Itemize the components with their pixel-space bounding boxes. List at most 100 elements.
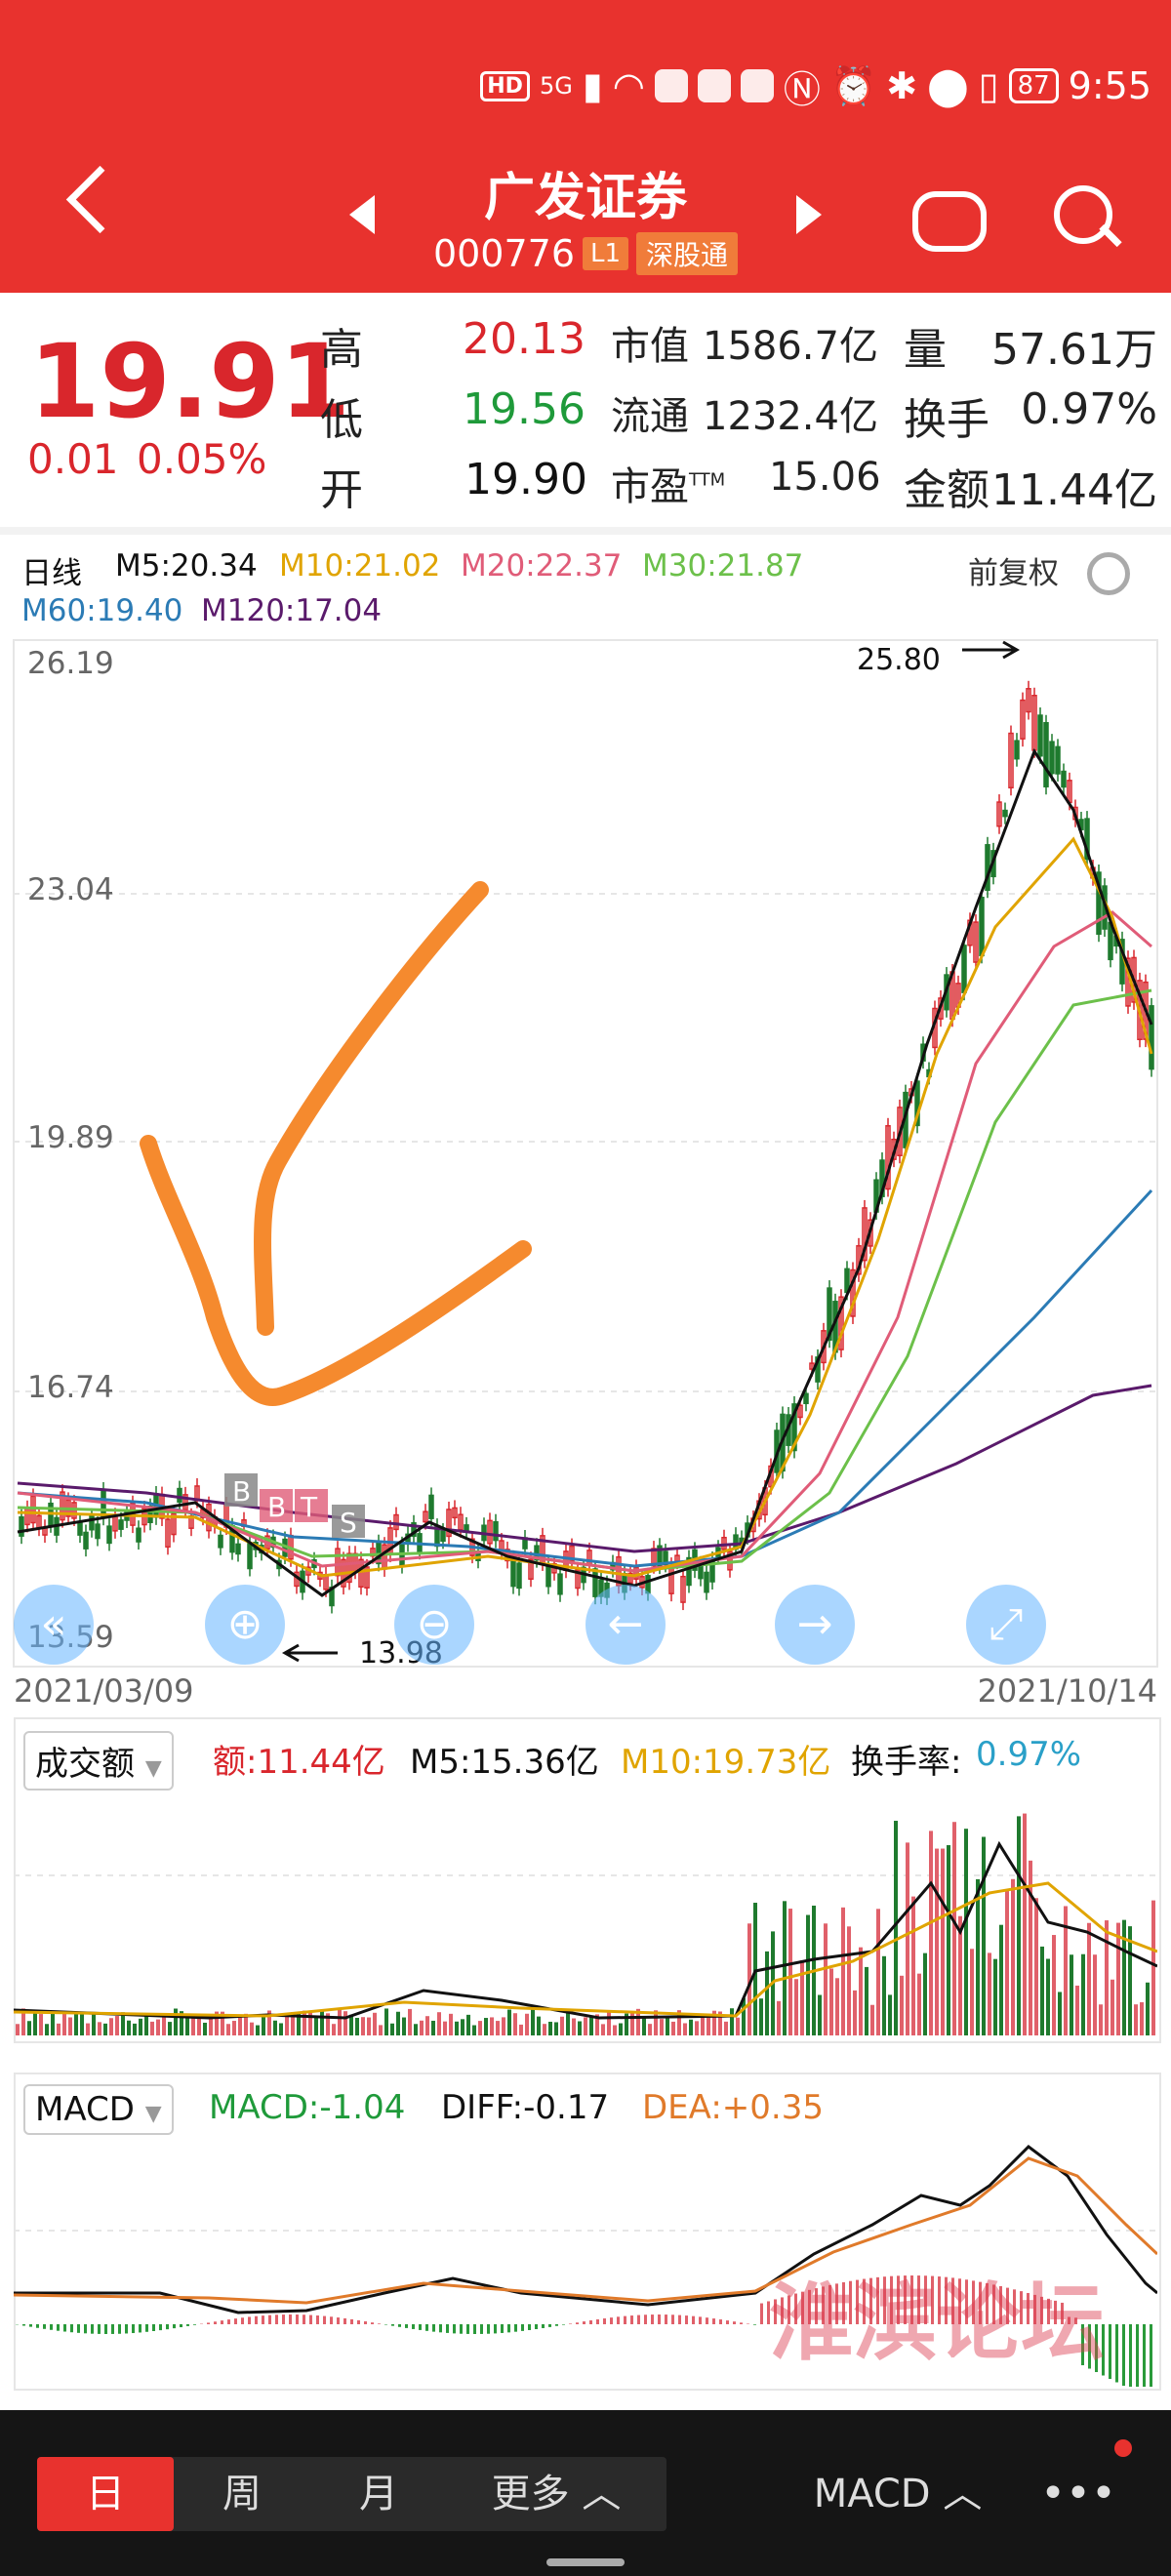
macd-bar — [275, 2314, 278, 2324]
volume-bar — [829, 1968, 833, 2035]
tab-week[interactable]: 周 — [174, 2457, 310, 2531]
candle-body — [440, 1530, 446, 1543]
vibrate-icon: ▯ — [978, 64, 999, 107]
candle-body — [95, 1523, 101, 1540]
open-label: 开 — [320, 465, 363, 515]
market-tag: 深股通 — [636, 232, 739, 275]
volume-bar — [45, 2024, 49, 2035]
period-label[interactable]: 日线 — [21, 548, 82, 592]
zoom-in-icon[interactable]: ⊕ — [205, 1585, 285, 1665]
ma120-line — [17, 1384, 1152, 1553]
previous-stock-icon[interactable] — [349, 195, 375, 234]
macd-indicator-selector[interactable]: MACD ▼ — [23, 2084, 174, 2135]
volume-bar — [824, 1923, 828, 2035]
macd-bar — [29, 2324, 32, 2327]
volume-bar — [1151, 1900, 1155, 2035]
zoom-out-icon[interactable]: ⊖ — [394, 1585, 474, 1665]
volume-bar — [572, 2018, 576, 2035]
volume-bar — [27, 2021, 31, 2035]
volume-bar — [144, 2015, 148, 2035]
volume-indicator-selector[interactable]: 成交额 ▼ — [23, 1731, 174, 1791]
candle-body — [1055, 745, 1061, 775]
tab-month[interactable]: 月 — [310, 2457, 447, 2531]
macd-bar — [343, 2317, 346, 2324]
tab-indicator[interactable]: MACD ︿ — [790, 2457, 1005, 2531]
volume-bar — [33, 2011, 37, 2035]
ma5-line — [17, 747, 1153, 1597]
tab-more[interactable]: 更多 ︿ — [459, 2457, 654, 2531]
volume-bar — [1058, 1992, 1062, 2035]
fullscreen-icon[interactable]: ⤢ — [966, 1585, 1046, 1665]
volume-bar — [384, 2008, 388, 2035]
kline-chart[interactable]: 26.19 23.04 19.89 16.74 13.59 25.80 13.9… — [0, 634, 1171, 1669]
candle-body — [1002, 809, 1008, 818]
macd-bar — [36, 2324, 39, 2328]
macd-bar — [624, 2315, 626, 2324]
volume-bar — [923, 1952, 927, 2035]
macd-bar — [665, 2314, 667, 2324]
macd-bar — [692, 2315, 695, 2324]
macd-bar — [535, 2324, 538, 2330]
assistant-robot-icon[interactable] — [912, 191, 987, 252]
macd-bar — [43, 2324, 46, 2329]
macd-bar — [70, 2324, 73, 2333]
volume-bar — [133, 2023, 137, 2035]
macd-bar — [419, 2324, 422, 2330]
macd-selector-label: MACD — [35, 2090, 135, 2129]
volume-bar — [1105, 1920, 1109, 2035]
volume-bar — [402, 2017, 406, 2035]
macd-bar — [589, 2320, 592, 2324]
signal-icon: ▮ — [582, 64, 603, 107]
macd-bar — [644, 2314, 647, 2324]
volume-bar — [209, 2016, 213, 2035]
macd-bar — [57, 2324, 60, 2331]
macd-bar — [1109, 2324, 1111, 2379]
volume-bar — [420, 2020, 424, 2035]
scroll-left-fast-icon[interactable]: « — [14, 1585, 94, 1665]
volume-bar — [279, 2023, 283, 2035]
volume-bar — [150, 2021, 154, 2035]
macd-bar — [132, 2324, 135, 2334]
macd-bar — [22, 2324, 25, 2326]
more-options-icon[interactable]: ••• — [1034, 2457, 1122, 2531]
mcap-value: 1586.7亿 — [703, 324, 878, 369]
volume-bar — [139, 2018, 142, 2035]
search-icon[interactable] — [1054, 185, 1112, 244]
volume-bar — [109, 2018, 113, 2035]
scroll-right-icon[interactable]: → — [775, 1585, 855, 1665]
volume-bar — [226, 2024, 230, 2035]
candle-body — [235, 1543, 241, 1555]
volume-bar — [62, 2011, 66, 2035]
macd-bar — [221, 2320, 223, 2324]
volume-bar — [232, 2021, 236, 2035]
macd-bar — [330, 2316, 333, 2324]
next-stock-icon[interactable] — [796, 195, 822, 234]
macd-bar — [309, 2314, 312, 2324]
macd-bar — [562, 2324, 565, 2325]
adjust-selector[interactable]: 前复权 — [968, 548, 1059, 592]
weather-app-icon — [654, 69, 688, 102]
volume-bar — [156, 2019, 160, 2035]
volume-bar — [988, 1952, 991, 2035]
dea-value: DEA:+0.35 — [642, 2088, 824, 2127]
y-tick-1: 26.19 — [27, 646, 114, 681]
volume-bar — [788, 1909, 792, 2035]
candle-body — [19, 1515, 24, 1537]
settings-gear-icon[interactable] — [1087, 552, 1130, 595]
macd-bar — [378, 2323, 381, 2324]
volume-bar — [613, 2025, 617, 2035]
amount-label: 金额 — [904, 465, 989, 515]
scroll-left-icon[interactable]: ← — [586, 1585, 666, 1665]
price-change: 0.01 — [27, 435, 119, 483]
volume-bar — [941, 1848, 945, 2035]
volume-bar — [461, 2019, 464, 2035]
macd-bar — [1143, 2324, 1146, 2387]
candle-body — [83, 1531, 89, 1550]
health-app-icon — [697, 69, 731, 102]
volume-bar — [92, 2013, 96, 2035]
macd-bar — [494, 2324, 497, 2334]
macd-bar — [507, 2324, 510, 2333]
candle-body — [177, 1487, 182, 1504]
volume-bar — [525, 2013, 529, 2035]
tab-day[interactable]: 日 — [37, 2457, 174, 2531]
